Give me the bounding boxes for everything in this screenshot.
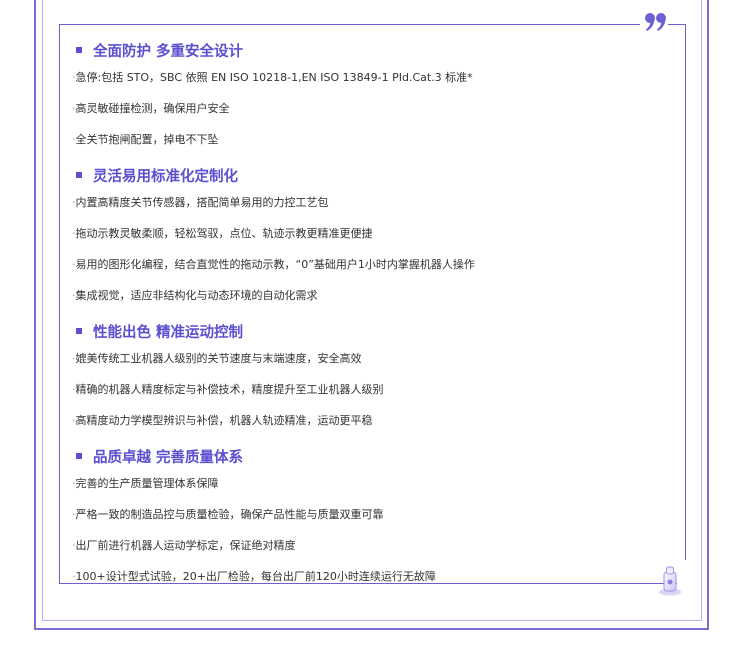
- square-bullet-icon: [76, 47, 82, 53]
- section-performance: 性能出色 精准运动控制 ·媲美传统工业机器人级别的关节速度与末端速度，安全高效 …: [72, 317, 672, 442]
- list-item: ·全关节抱闸配置，掉电不下坠: [72, 133, 219, 146]
- list-item: ·完善的生产质量管理体系保障: [72, 477, 219, 490]
- list-item: ·高灵敏碰撞检测，确保用户安全: [72, 102, 230, 115]
- list-item: ·严格一致的制造品控与质量检验，确保产品性能与质量双重可靠: [72, 508, 384, 521]
- section-usability: 灵活易用标准化定制化 ·内置高精度关节传感器，搭配简单易用的力控工艺包 ·拖动示…: [72, 161, 672, 317]
- section-quality: 品质卓越 完善质量体系 ·完善的生产质量管理体系保障 ·严格一致的制造品控与质量…: [72, 442, 672, 598]
- section-title: 全面防护 多重安全设计: [72, 36, 672, 64]
- quote-icon: [645, 13, 666, 31]
- section-title: 灵活易用标准化定制化: [72, 161, 672, 189]
- list-item: ·出厂前进行机器人运动学标定，保证绝对精度: [72, 539, 296, 552]
- section-title-text: 品质卓越 完善质量体系: [93, 449, 244, 466]
- section-title-text: 全面防护 多重安全设计: [93, 43, 244, 60]
- list-item: ·急停:包括 STO，SBC 依照 EN ISO 10218-1,EN ISO …: [72, 71, 473, 84]
- list-item: ·易用的图形化编程，结合直觉性的拖动示教，“0”基础用户1小时内掌握机器人操作: [72, 258, 475, 271]
- section-title-text: 性能出色 精准运动控制: [93, 324, 244, 341]
- section-title: 品质卓越 完善质量体系: [72, 442, 672, 470]
- square-bullet-icon: [76, 172, 82, 178]
- feature-list: 全面防护 多重安全设计 ·急停:包括 STO，SBC 依照 EN ISO 102…: [72, 36, 672, 598]
- list-item: ·拖动示教灵敏柔顺，轻松驾驭，点位、轨迹示教更精准更便捷: [72, 227, 373, 240]
- list-item: ·集成视觉，适应非结构化与动态环境的自动化需求: [72, 289, 318, 302]
- list-item: ·媲美传统工业机器人级别的关节速度与末端速度，安全高效: [72, 352, 362, 365]
- list-item: ·高精度动力学模型辨识与补偿，机器人轨迹精准，运动更平稳: [72, 414, 373, 427]
- list-item: ·100+设计型式试验，20+出厂检验，每台出厂前120小时连续运行无故障: [72, 570, 436, 583]
- square-bullet-icon: [76, 328, 82, 334]
- list-item: ·精确的机器人精度标定与补偿技术，精度提升至工业机器人级别: [72, 383, 384, 396]
- section-safety: 全面防护 多重安全设计 ·急停:包括 STO，SBC 依照 EN ISO 102…: [72, 36, 672, 161]
- square-bullet-icon: [76, 453, 82, 459]
- section-title: 性能出色 精准运动控制: [72, 317, 672, 345]
- section-title-text: 灵活易用标准化定制化: [93, 168, 238, 185]
- list-item: ·内置高精度关节传感器，搭配简单易用的力控工艺包: [72, 196, 329, 209]
